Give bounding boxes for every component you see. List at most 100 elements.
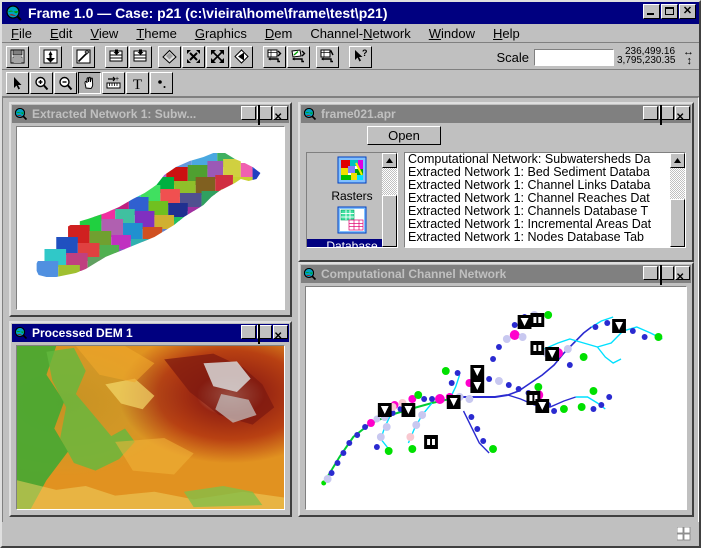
svg-text:T: T — [133, 77, 142, 92]
scroll-thumb[interactable] — [670, 199, 685, 247]
save-project-icon[interactable] — [6, 45, 29, 68]
menu-edit[interactable]: Edit — [41, 26, 81, 41]
list-item[interactable]: Extracted Network 1: Incremental Areas D… — [405, 218, 685, 231]
window-title-project: frame021.apr — [321, 107, 396, 121]
window-project-frame021[interactable]: frame021.apr ✕ Open Rasters Database Com… — [298, 102, 694, 262]
close-button[interactable]: ✕ — [273, 106, 288, 123]
shape-to-grid-icon[interactable] — [287, 45, 310, 68]
list-item[interactable]: Extracted Network 1: Channel Reaches Dat — [405, 192, 685, 205]
text-tool-icon[interactable]: T — [126, 72, 149, 94]
raster-layers-icon — [335, 155, 369, 189]
mdi-desktop: Extracted Network 1: Subw... ✕ Processed… — [2, 97, 699, 546]
scroll-up-arrow-icon[interactable] — [382, 153, 397, 168]
database-table-icon — [335, 205, 369, 239]
help-pointer-icon[interactable]: ? — [349, 45, 372, 68]
doc-type-panel[interactable]: Rasters Database — [306, 152, 398, 248]
channel-network-diagram — [306, 287, 686, 509]
window-titlebar-project[interactable]: frame021.apr ✕ — [301, 105, 691, 125]
grid-back-icon[interactable] — [316, 45, 339, 68]
document-list[interactable]: Computational Network: Subwatersheds Da … — [404, 152, 686, 248]
map-canvas-subwatersheds[interactable] — [16, 126, 285, 310]
globe-magnifier-icon — [14, 326, 28, 340]
window-title-subwatersheds: Extracted Network 1: Subw... — [32, 107, 197, 121]
window-titlebar-dem[interactable]: Processed DEM 1 ✕ — [12, 324, 289, 344]
window-controls-subwatersheds: ✕ — [241, 105, 288, 125]
coordinate-y: 3,795,230.35 — [617, 55, 676, 66]
scroll-thumb[interactable] — [382, 195, 397, 247]
measure-tool-icon[interactable]: + — [102, 72, 125, 94]
menu-window[interactable]: Window — [420, 26, 484, 41]
maximize-button[interactable] — [661, 4, 678, 19]
map-canvas-channel-network[interactable] — [305, 286, 687, 510]
list-item[interactable]: Extracted Network 1: Channels Database T — [405, 205, 685, 218]
window-titlebar-channel-network[interactable]: Computational Channel Network ✕ — [301, 265, 691, 285]
window-extracted-network-subwatersheds[interactable]: Extracted Network 1: Subw... ✕ — [9, 102, 292, 317]
table-import-icon[interactable] — [105, 45, 128, 68]
minimize-button[interactable] — [643, 106, 658, 120]
table-export-icon[interactable] — [129, 45, 152, 68]
open-button[interactable]: Open — [367, 126, 441, 145]
window-computational-channel-network[interactable]: Computational Channel Network ✕ — [298, 262, 694, 517]
svg-text:+: + — [115, 76, 119, 83]
maximize-button[interactable] — [659, 265, 674, 285]
globe-magnifier-icon — [14, 107, 28, 121]
theme-properties-icon[interactable] — [72, 45, 95, 68]
menu-file[interactable]: File — [2, 26, 41, 41]
window-title-dem: Processed DEM 1 — [32, 326, 133, 340]
maximize-button[interactable] — [257, 105, 272, 125]
window-controls-dem: ✕ — [241, 324, 288, 344]
close-button[interactable]: ✕ — [273, 325, 288, 342]
zoom-to-selected-icon[interactable] — [182, 45, 205, 68]
window-controls: ✕ — [643, 4, 696, 19]
minimize-button[interactable] — [643, 266, 658, 280]
grid-to-shape-icon[interactable] — [263, 45, 286, 68]
menu-dem[interactable]: Dem — [256, 26, 301, 41]
minimize-button[interactable] — [241, 325, 256, 339]
pan-hand-tool-icon[interactable] — [78, 72, 101, 94]
grid-resize-icon[interactable] — [676, 526, 691, 541]
globe-magnifier-icon — [5, 4, 23, 22]
zoom-to-full-extent-icon[interactable] — [206, 45, 229, 68]
window-controls-project: ✕ — [643, 105, 690, 125]
list-item[interactable]: Computational Network: Subwatersheds Da — [405, 153, 685, 166]
coordinate-readout: 236,499.16 3,795,230.35 ↔ ↕ — [617, 46, 695, 68]
maximize-button[interactable] — [659, 105, 674, 125]
zoom-in-tool-icon[interactable] — [30, 72, 53, 94]
document-list-scrollbar[interactable] — [670, 153, 685, 247]
window-titlebar-subwatersheds[interactable]: Extracted Network 1: Subw... ✕ — [12, 105, 289, 125]
list-item[interactable]: Extracted Network 1: Channel Links Datab… — [405, 179, 685, 192]
svg-text:?: ? — [362, 48, 368, 58]
point-tool-icon[interactable] — [150, 72, 173, 94]
maximize-button[interactable] — [257, 324, 272, 344]
doc-type-scrollbar[interactable] — [382, 153, 397, 247]
globe-magnifier-icon — [303, 107, 317, 121]
menu-channel-network[interactable]: Channel-Network — [301, 26, 419, 41]
menu-graphics[interactable]: Graphics — [186, 26, 256, 41]
close-button[interactable]: ✕ — [679, 4, 696, 19]
map-canvas-dem[interactable] — [16, 345, 285, 510]
scale-input[interactable] — [534, 48, 614, 66]
app-title: Frame 1.0 — Case: p21 (c:\vieira\home\fr… — [28, 5, 388, 21]
minimize-button[interactable] — [241, 106, 256, 120]
list-item[interactable]: Extracted Network 1: Bed Sediment Databa — [405, 166, 685, 179]
window-controls-channel-network: ✕ — [643, 265, 690, 285]
close-button[interactable]: ✕ — [675, 266, 690, 283]
menu-help[interactable]: Help — [484, 26, 529, 41]
scroll-up-arrow-icon[interactable] — [670, 153, 685, 168]
zoom-previous-icon[interactable] — [230, 45, 253, 68]
menu-theme[interactable]: Theme — [127, 26, 185, 41]
add-theme-icon[interactable] — [39, 45, 62, 68]
zoom-out-tool-icon[interactable] — [54, 72, 77, 94]
pointer-tool-icon[interactable] — [6, 72, 29, 94]
minimize-button[interactable] — [643, 4, 660, 19]
close-button[interactable]: ✕ — [675, 106, 690, 123]
window-title-channel-network: Computational Channel Network — [321, 267, 507, 281]
clear-selection-icon[interactable] — [158, 45, 181, 68]
list-item[interactable]: Extracted Network 1: Nodes Database Tab — [405, 231, 685, 244]
tool-toolbar: + T — [2, 70, 699, 97]
window-processed-dem[interactable]: Processed DEM 1 ✕ — [9, 321, 292, 517]
main-toolbar: ? Scale 236,499.16 3,795,230.35 ↔ ↕ — [2, 44, 699, 70]
menu-view[interactable]: View — [81, 26, 127, 41]
status-bar — [2, 522, 699, 546]
scale-area: Scale 236,499.16 3,795,230.35 ↔ ↕ — [496, 46, 695, 68]
